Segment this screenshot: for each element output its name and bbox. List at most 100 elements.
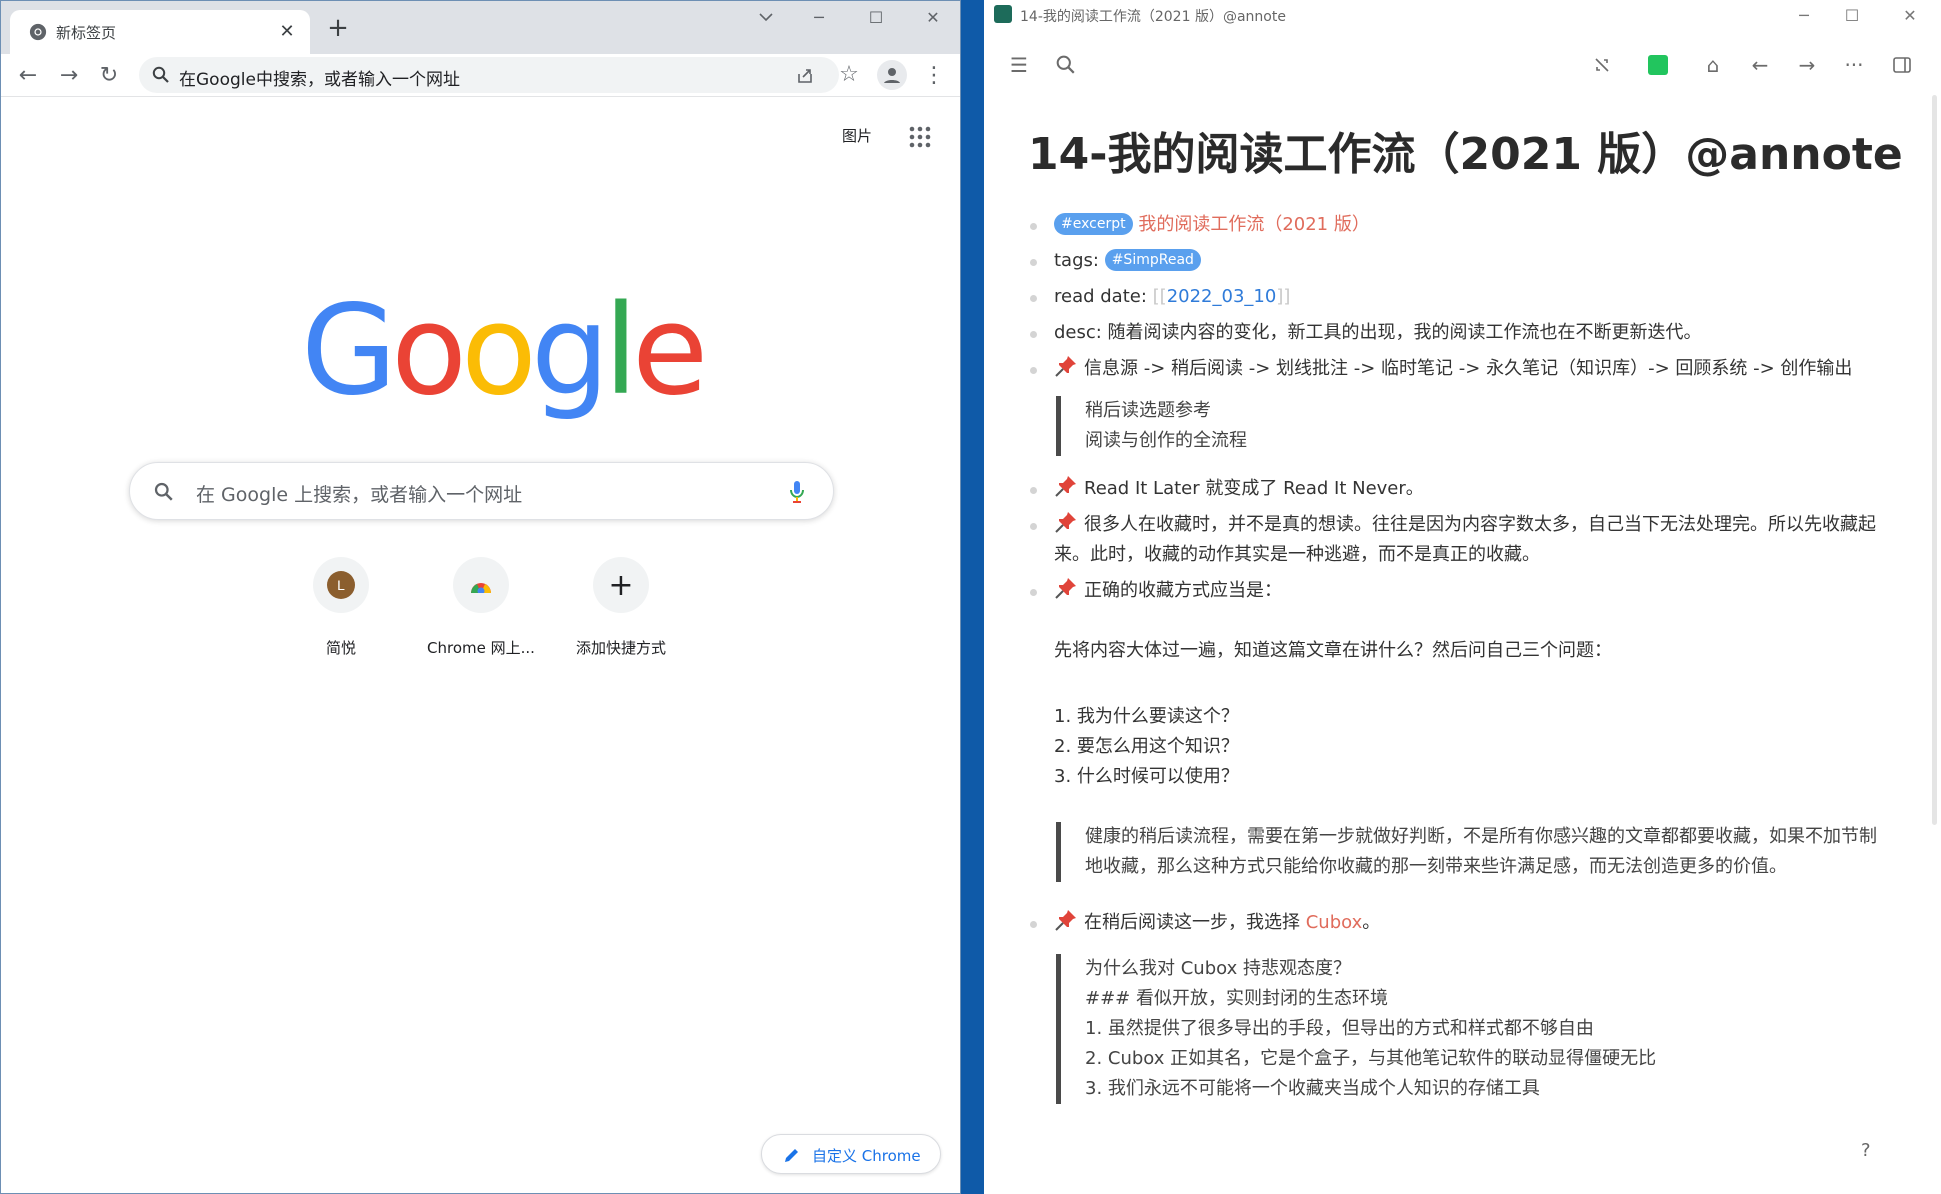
menu-icon[interactable]: ☰ (1004, 50, 1034, 80)
tab-search-icon[interactable] (746, 5, 786, 29)
page-title: 14-我的阅读工作流（2021 版）@annote (1028, 129, 1903, 180)
more-icon[interactable]: ··· (1839, 50, 1869, 80)
right-sidebar-icon[interactable] (1887, 50, 1917, 80)
notes-titlebar: 14-我的阅读工作流（2021 版）@annote ─ ☐ ✕ (984, 0, 1941, 30)
chrome-window: 新标签页 ✕ + ─ ☐ ✕ ← → ↻ 在Google中搜索，或者输入一个网址… (0, 0, 961, 1194)
address-placeholder: 在Google中搜索，或者输入一个网址 (179, 70, 460, 90)
shortcut-jianyue[interactable]: L 简悦 (281, 557, 401, 667)
read-date-link[interactable]: 2022_03_10 (1167, 286, 1277, 307)
bracket-open: [[ (1152, 286, 1167, 307)
images-link[interactable]: 图片 (842, 125, 872, 146)
read-it-later-text: Read It Later 就变成了 Read It Never。 (1084, 478, 1424, 499)
correct-way-text: 正确的收藏方式应当是： (1084, 580, 1282, 601)
block-read-it-later[interactable]: Read It Later 就变成了 Read It Never。 (1028, 474, 1883, 504)
excerpt-link[interactable]: 我的阅读工作流（2021 版） (1138, 214, 1370, 235)
cubox-suffix: 。 (1362, 912, 1381, 933)
pushpin-icon (1054, 354, 1078, 378)
close-window-icon[interactable]: ✕ (1890, 3, 1930, 27)
shortcut-add[interactable]: + 添加快捷方式 (561, 557, 681, 667)
pushpin-icon (1054, 908, 1078, 932)
quote-line: ### 看似开放，实则封闭的生态环境 (1085, 988, 1388, 1009)
home-icon[interactable]: ⌂ (1698, 50, 1728, 80)
forward-icon[interactable]: → (54, 60, 84, 90)
minimize-icon[interactable]: ─ (799, 5, 839, 29)
read-date-label: read date: (1054, 286, 1147, 307)
pushpin-icon (1054, 576, 1078, 600)
quote-line: 阅读与创作的全流程 (1085, 430, 1247, 451)
google-search-box[interactable]: 在 Google 上搜索，或者输入一个网址 (129, 462, 834, 520)
chrome-webstore-icon (453, 557, 509, 613)
plugin-status-icon[interactable] (1648, 55, 1668, 75)
window-title: 14-我的阅读工作流（2021 版）@annote (1020, 9, 1286, 25)
quote-text: 健康的稍后读流程，需要在第一步就做好判断，不是所有你感兴趣的文章都都要收藏，如果… (1085, 826, 1877, 877)
search-icon[interactable] (1051, 50, 1081, 80)
quote-line: 为什么我对 Cubox 持悲观态度？ (1085, 958, 1351, 979)
block-excerpt[interactable]: #excerpt 我的阅读工作流（2021 版） (1028, 210, 1883, 240)
tags-label: tags: (1054, 250, 1099, 271)
shortcut-label: 添加快捷方式 (575, 639, 666, 657)
block-cubox[interactable]: 在稍后阅读这一步，我选择 Cubox。 (1028, 908, 1883, 938)
tab-title: 新标签页 (56, 24, 117, 42)
help-button[interactable]: ? (1861, 1140, 1871, 1161)
notes-window: 14-我的阅读工作流（2021 版）@annote ─ ☐ ✕ ☰ ⌂ ← → … (984, 0, 1941, 1194)
bracket-close: ]] (1276, 286, 1291, 307)
close-window-icon[interactable]: ✕ (913, 5, 953, 29)
share-icon[interactable] (793, 63, 817, 87)
apps-grid-icon[interactable] (905, 122, 935, 152)
search-icon (149, 63, 173, 87)
bookmark-star-icon[interactable]: ☆ (834, 59, 864, 89)
close-tab-icon[interactable]: ✕ (276, 19, 298, 43)
quote-line: 2. Cubox 正如其名，它是个盒子，与其他笔记软件的联动显得僵硬无比 (1085, 1048, 1657, 1069)
pencil-icon (782, 1145, 802, 1165)
pushpin-icon (1054, 510, 1078, 534)
first-pass-text: 先将内容大体过一遍，知道这篇文章在讲什么？然后问自己三个问题： (1054, 640, 1612, 661)
customize-label: 自定义 Chrome (812, 1147, 921, 1165)
block-read-date[interactable]: read date: [[2022_03_10]] (1028, 282, 1883, 312)
quote-cubox[interactable]: 为什么我对 Cubox 持悲观态度？ ### 看似开放，实则封闭的生态环境 1.… (1056, 954, 1883, 1104)
microphone-icon[interactable] (787, 479, 807, 505)
quote-topic[interactable]: 稍后读选题参考 阅读与创作的全流程 (1056, 396, 1883, 456)
plus-icon: + (593, 557, 649, 613)
quote-healthy-flow[interactable]: 健康的稍后读流程，需要在第一步就做好判断，不是所有你感兴趣的文章都都要收藏，如果… (1056, 822, 1883, 882)
minimize-icon[interactable]: ─ (1784, 3, 1824, 27)
flow-text: 信息源 -> 稍后阅读 -> 划线批注 -> 临时笔记 -> 永久笔记（知识库）… (1084, 358, 1853, 379)
maximize-icon[interactable]: ☐ (1832, 3, 1872, 27)
excerpt-tag[interactable]: #excerpt (1054, 213, 1133, 235)
page-content: #excerpt 我的阅读工作流（2021 版） tags: #SimpRead… (1028, 205, 1883, 1104)
block-tags[interactable]: tags: #SimpRead (1028, 246, 1883, 276)
quote-line: 稍后读选题参考 (1085, 400, 1211, 421)
profile-avatar-icon[interactable] (877, 60, 907, 90)
search-placeholder: 在 Google 上搜索，或者输入一个网址 (196, 484, 523, 506)
block-desc[interactable]: desc: 随着阅读内容的变化，新工具的出现，我的阅读工作流也在不断更新迭代。 (1028, 318, 1883, 348)
google-logo: Google (301, 279, 708, 423)
sync-off-icon[interactable] (1587, 50, 1617, 80)
customize-chrome-button[interactable]: 自定义 Chrome (761, 1134, 941, 1174)
search-icon (152, 480, 176, 504)
tab-new-tab[interactable]: 新标签页 ✕ (10, 10, 310, 54)
back-icon[interactable]: ← (13, 60, 43, 90)
question-1: 1. 我为什么要读这个？ (1054, 706, 1239, 727)
more-menu-icon[interactable]: ⋮ (919, 60, 949, 90)
shortcut-chrome-webstore[interactable]: Chrome 网上... (421, 557, 541, 667)
block-collect-reason[interactable]: 很多人在收藏时，并不是真的想读。往往是因为内容字数太多，自己当下无法处理完。所以… (1028, 510, 1883, 570)
scrollbar[interactable] (1932, 95, 1937, 825)
shortcut-label: Chrome 网上... (427, 639, 535, 657)
new-tab-icon[interactable]: + (323, 13, 353, 43)
question-2: 2. 要怎么用这个知识？ (1054, 736, 1239, 757)
shortcut-label: 简悦 (325, 639, 356, 657)
forward-icon[interactable]: → (1792, 50, 1822, 80)
reload-icon[interactable]: ↻ (94, 60, 124, 90)
quote-line: 1. 虽然提供了很多导出的手段，但导出的方式和样式都不够自由 (1085, 1018, 1594, 1039)
back-icon[interactable]: ← (1745, 50, 1775, 80)
cubox-link[interactable]: Cubox (1306, 912, 1363, 933)
question-3: 3. 什么时候可以使用？ (1054, 766, 1239, 787)
block-flow[interactable]: 信息源 -> 稍后阅读 -> 划线批注 -> 临时笔记 -> 永久笔记（知识库）… (1028, 354, 1883, 384)
quote-line: 3. 我们永远不可能将一个收藏夹当成个人知识的存储工具 (1085, 1078, 1540, 1099)
maximize-icon[interactable]: ☐ (856, 5, 896, 29)
address-bar[interactable]: 在Google中搜索，或者输入一个网址 ☆ (139, 57, 859, 93)
simpread-tag[interactable]: #SimpRead (1104, 249, 1201, 271)
app-icon (994, 5, 1012, 23)
block-correct-way[interactable]: 正确的收藏方式应当是： 先将内容大体过一遍，知道这篇文章在讲什么？然后问自己三个… (1028, 576, 1883, 792)
shortcut-letter: L (337, 577, 345, 593)
tab-strip: 新标签页 ✕ + ─ ☐ ✕ (1, 1, 960, 54)
